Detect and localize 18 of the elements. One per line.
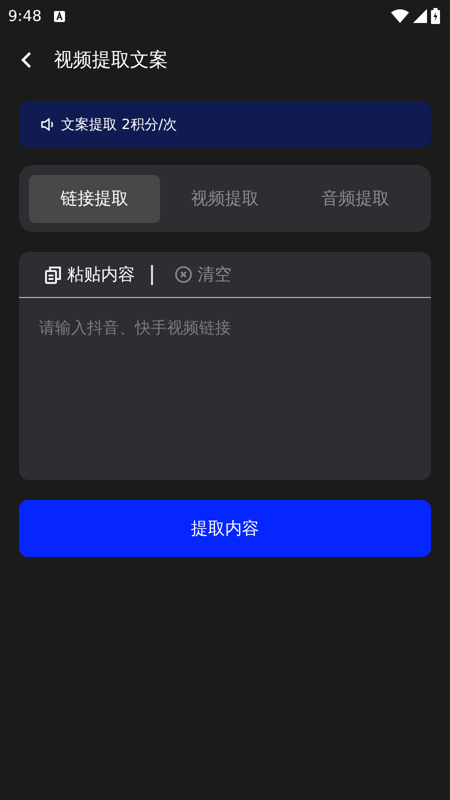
tab[interactable]: 链接提取 — [29, 174, 160, 222]
back-icon[interactable] — [20, 51, 32, 69]
tab[interactable]: 音频提取 — [290, 174, 422, 222]
clear-button[interactable]: 清空 — [174, 263, 232, 286]
wifi-icon — [391, 9, 409, 23]
signal-icon — [413, 9, 427, 23]
page-title: 视频提取文案 — [54, 48, 168, 73]
paste-button[interactable]: 粘贴内容 — [45, 263, 135, 286]
speaker-icon — [41, 118, 55, 131]
notice-text: 文案提取 2积分/次 — [61, 116, 178, 134]
clear-icon — [174, 266, 192, 283]
tab[interactable]: 视频提取 — [160, 174, 290, 222]
link-input-field[interactable]: 请输入抖音、快手视频链接 — [19, 298, 431, 480]
status-time: 9:48 — [8, 7, 42, 25]
copy-icon — [45, 266, 61, 284]
notification-icon — [54, 10, 65, 22]
battery-icon — [431, 8, 440, 24]
extract-button[interactable]: 提取内容 — [19, 500, 431, 557]
